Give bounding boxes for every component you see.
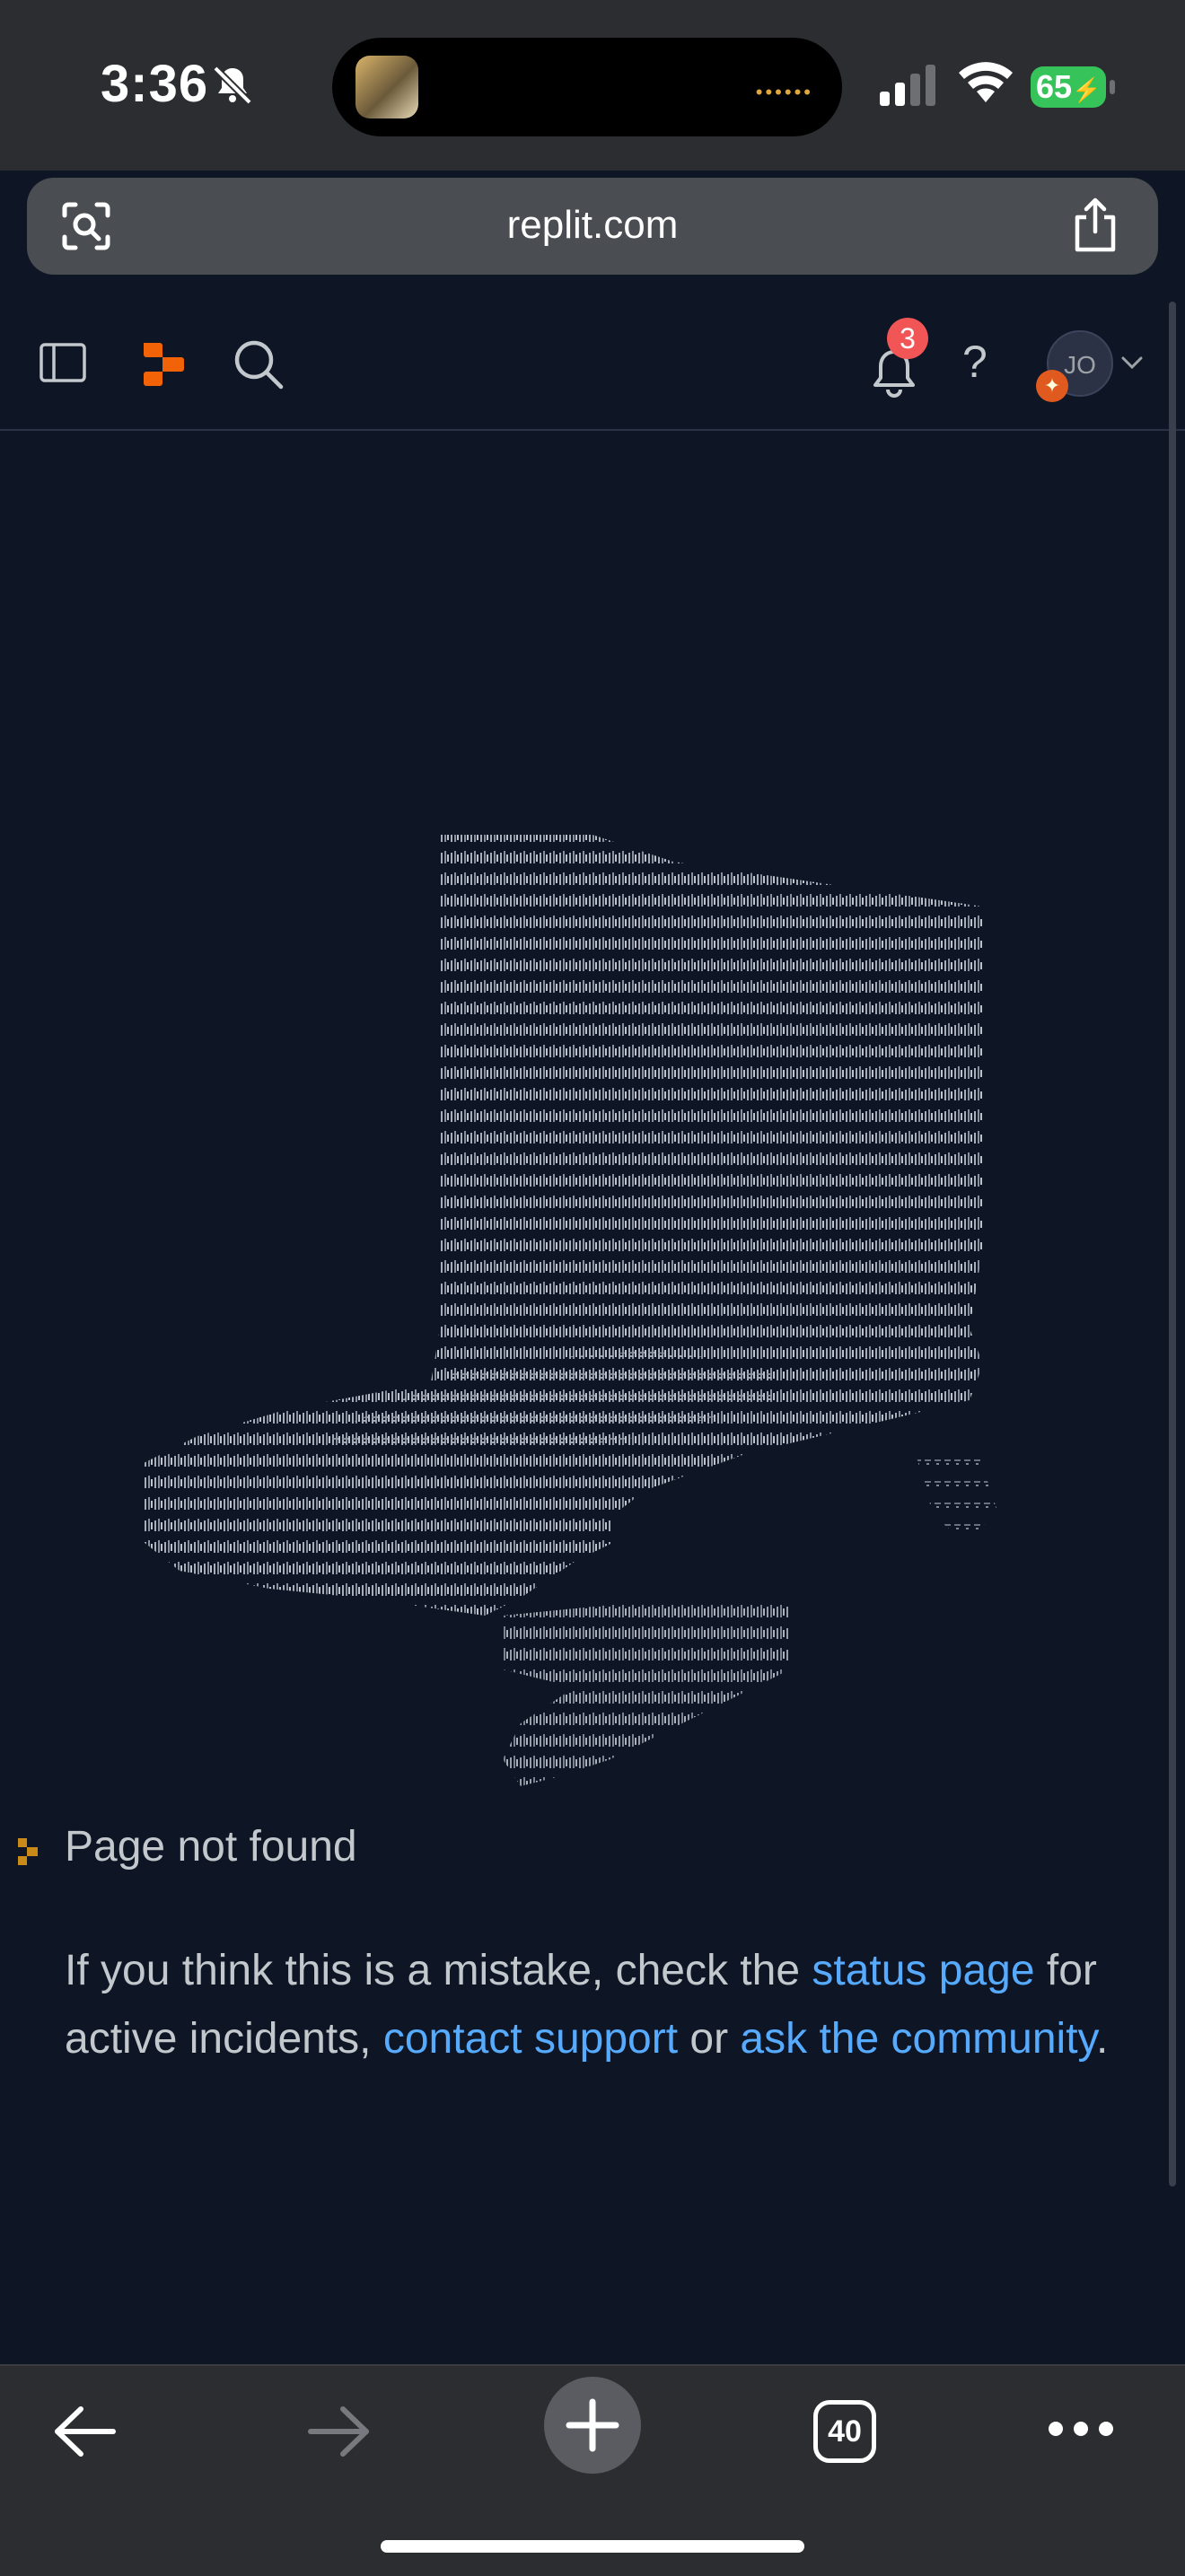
- share-icon[interactable]: [1070, 197, 1120, 253]
- page-not-found-title: Page not found: [65, 1823, 357, 1871]
- dynamic-island: ••••••: [332, 38, 842, 136]
- battery-level: 65⚡: [1031, 66, 1106, 108]
- forward-arrow-icon[interactable]: [305, 2404, 372, 2459]
- contact-support-link[interactable]: contact support: [383, 2015, 678, 2063]
- replit-top-nav: 3 ? JO ✦: [0, 302, 1185, 431]
- new-tab-button[interactable]: [544, 2377, 641, 2474]
- ascii-art-illustration: [144, 835, 996, 1786]
- status-page-link[interactable]: status page: [812, 1947, 1034, 1994]
- page-scrollbar[interactable]: [1169, 302, 1176, 2186]
- replit-logo-icon[interactable]: [140, 339, 187, 390]
- status-time: 3:36: [101, 55, 209, 113]
- ask-community-link[interactable]: ask the community: [740, 2015, 1096, 2063]
- bell-slash-icon: [213, 66, 252, 105]
- notification-count-badge[interactable]: 3: [887, 318, 928, 359]
- battery-cap: [1110, 80, 1115, 94]
- chevron-down-icon[interactable]: [1120, 354, 1144, 372]
- sidebar-toggle-icon[interactable]: [40, 341, 86, 384]
- error-message: If you think this is a mistake, check th…: [65, 1947, 1109, 2063]
- back-arrow-icon[interactable]: [52, 2404, 118, 2459]
- cellular-signal-icon: [880, 65, 935, 106]
- search-icon[interactable]: [232, 337, 285, 391]
- plus-icon: [566, 2398, 619, 2452]
- home-indicator[interactable]: [381, 2540, 804, 2553]
- address-bar[interactable]: replit.com: [27, 178, 1158, 275]
- help-button[interactable]: ?: [962, 336, 988, 388]
- url-text[interactable]: replit.com: [27, 203, 1158, 248]
- wifi-icon: [959, 62, 1013, 102]
- audio-activity-icon: ••••••: [755, 81, 813, 103]
- album-art-thumbnail: [356, 56, 418, 118]
- replit-small-logo-icon: [18, 1838, 38, 1865]
- more-options-icon[interactable]: [1047, 2420, 1115, 2438]
- tab-count-button[interactable]: 40: [813, 2400, 876, 2463]
- battery-indicator: 65⚡: [1031, 66, 1117, 108]
- status-bar: 3:36 •••••• 65⚡ replit.com: [0, 0, 1185, 275]
- avatar-status-icon: ✦: [1036, 370, 1068, 402]
- charging-bolt-icon: ⚡: [1072, 76, 1102, 103]
